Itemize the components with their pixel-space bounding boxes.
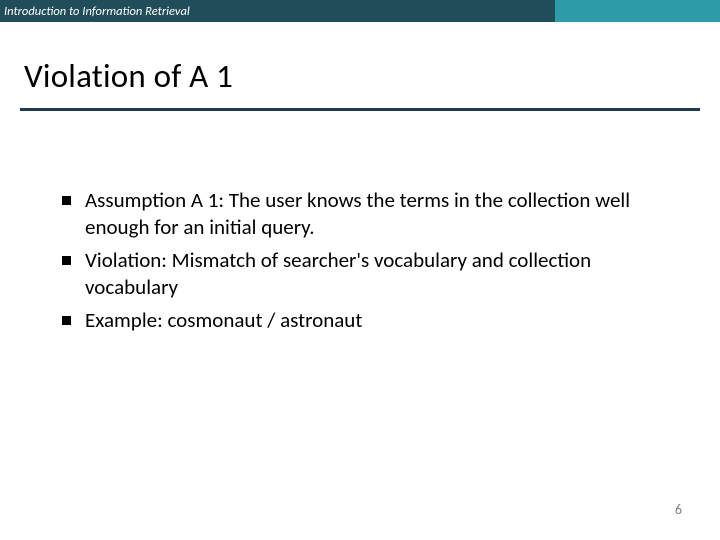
- bullet-item: Violation: Mismatch of searcher's vocabu…: [62, 247, 665, 301]
- bullet-text: Assumption A 1: The user knows the terms…: [85, 187, 665, 241]
- breadcrumb: Introduction to Information Retrieval: [4, 4, 190, 19]
- bullet-item: Example: cosmonaut / astronaut: [62, 307, 665, 334]
- header-bar: Introduction to Information Retrieval: [0, 0, 720, 22]
- bullet-marker-icon: [62, 316, 71, 325]
- header-teal-segment: [555, 0, 720, 22]
- slide-content: Assumption A 1: The user knows the terms…: [0, 111, 720, 333]
- bullet-text: Violation: Mismatch of searcher's vocabu…: [85, 247, 665, 301]
- header-dark-segment: Introduction to Information Retrieval: [0, 0, 555, 22]
- bullet-marker-icon: [62, 196, 71, 205]
- bullet-marker-icon: [62, 256, 71, 265]
- bullet-text: Example: cosmonaut / astronaut: [85, 307, 362, 334]
- slide-number: 6: [675, 501, 682, 518]
- bullet-item: Assumption A 1: The user knows the terms…: [62, 187, 665, 241]
- page-title: Violation of A 1: [0, 22, 720, 108]
